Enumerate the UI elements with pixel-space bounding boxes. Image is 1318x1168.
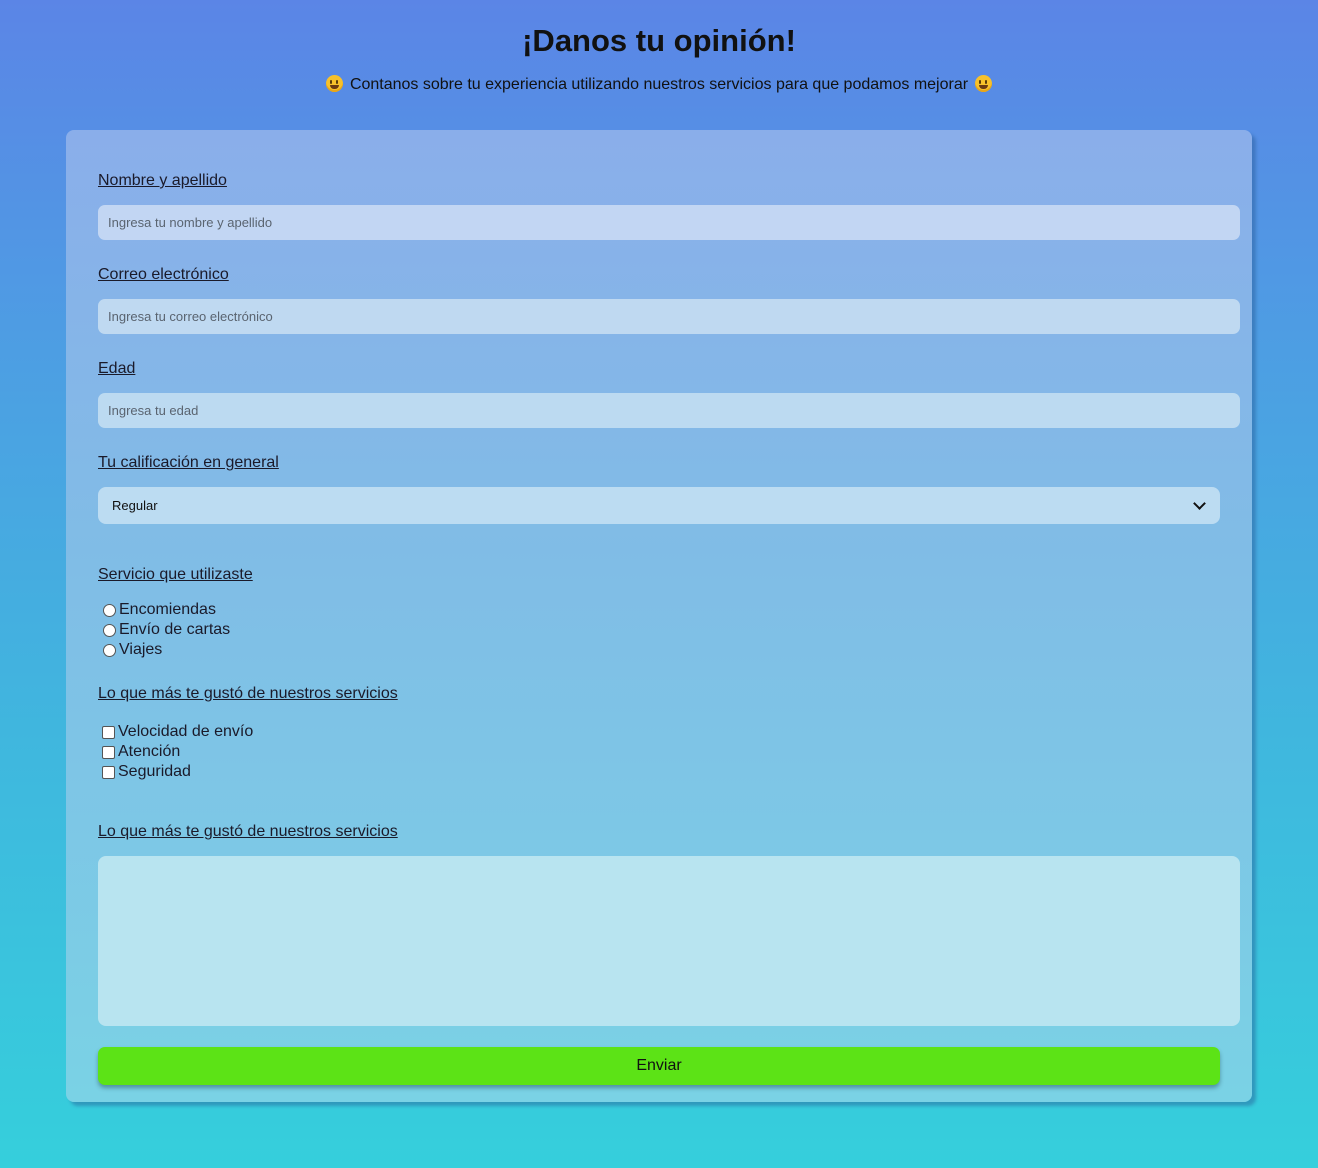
email-input[interactable] <box>98 299 1240 334</box>
liked-option-seguridad[interactable]: Seguridad <box>102 762 191 782</box>
liked-option-velocidad[interactable]: Velocidad de envío <box>102 722 253 742</box>
service-option-envio-de-cartas[interactable]: Envío de cartas <box>102 620 230 640</box>
rating-label: Tu calificación en general <box>98 454 279 471</box>
comments-label: Lo que más te gustó de nuestros servicio… <box>98 823 398 840</box>
age-label: Edad <box>98 360 136 377</box>
service-label: Servicio que utilizaste <box>98 566 253 583</box>
liked-option-label: Velocidad de envío <box>118 723 254 740</box>
service-option-viajes[interactable]: Viajes <box>102 640 162 660</box>
rating-selected-value: Regular <box>112 498 158 513</box>
age-input[interactable] <box>98 393 1240 428</box>
checkbox[interactable] <box>102 765 115 779</box>
radio-button[interactable] <box>103 643 116 657</box>
name-label: Nombre y apellido <box>98 172 227 189</box>
service-option-label: Encomiendas <box>119 601 216 618</box>
chevron-down-icon <box>1193 497 1206 510</box>
submit-button[interactable]: Enviar <box>98 1047 1220 1085</box>
liked-label: Lo que más te gustó de nuestros servicio… <box>98 685 398 702</box>
name-input[interactable] <box>98 205 1240 240</box>
radio-button[interactable] <box>103 603 116 617</box>
grinning-face-icon <box>974 75 992 92</box>
rating-select[interactable]: Regular <box>98 487 1220 524</box>
page-title: ¡Danos tu opinión! <box>522 23 796 58</box>
liked-option-atencion[interactable]: Atención <box>102 742 180 762</box>
email-label: Correo electrónico <box>98 266 229 283</box>
page-subtitle: Contanos sobre tu experiencia utilizando… <box>0 74 1318 96</box>
checkbox[interactable] <box>102 745 115 759</box>
feedback-form: Nombre y apellido Correo electrónico Eda… <box>66 130 1252 1102</box>
grinning-face-icon <box>326 75 344 92</box>
subtitle-text: Contanos sobre tu experiencia utilizando… <box>349 76 969 93</box>
radio-button[interactable] <box>103 623 116 637</box>
service-option-encomiendas[interactable]: Encomiendas <box>102 600 216 620</box>
service-option-label: Envío de cartas <box>119 621 231 638</box>
liked-option-label: Seguridad <box>118 763 191 780</box>
checkbox[interactable] <box>102 725 115 739</box>
service-option-label: Viajes <box>119 641 163 658</box>
liked-option-label: Atención <box>118 743 181 760</box>
comments-textarea[interactable] <box>98 856 1240 1026</box>
